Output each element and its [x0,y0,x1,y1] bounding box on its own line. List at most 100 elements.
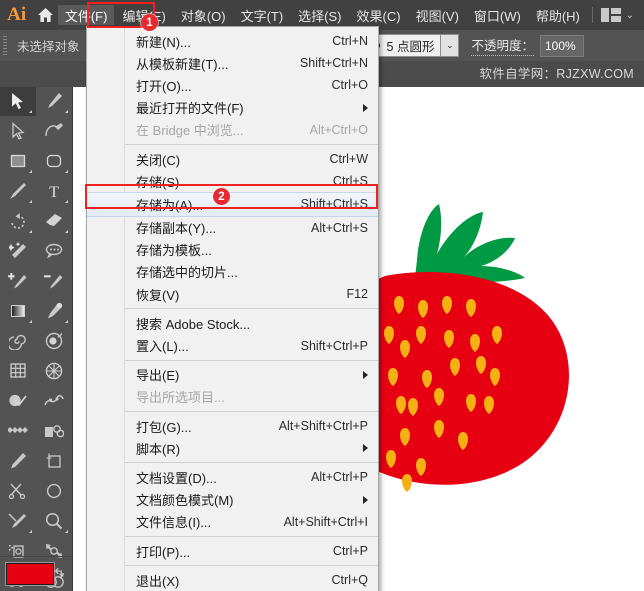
menu-label: 存储选中的切片... [136,265,238,281]
menu-item-view[interactable]: 视图(V) [409,5,466,25]
stroke-profile-chevron-down-icon[interactable]: ⌄ [441,34,460,57]
tool-type[interactable]: T [36,176,72,206]
tool-blend[interactable] [0,416,36,446]
file-menu-dropdown[interactable]: 新建(N)... Ctrl+N 从模板新建(T)... Shift+Ctrl+N… [86,26,379,591]
tool-pencil[interactable] [0,446,36,476]
menu-item-scripts[interactable]: 脚本(R) [87,437,378,459]
menu-item-object[interactable]: 对象(O) [174,5,233,25]
tool-mesh[interactable] [36,356,72,386]
tool-pen[interactable] [36,86,72,116]
chevron-down-icon[interactable]: ⌄ [626,10,634,21]
tool-artboard[interactable] [36,446,72,476]
menu-item-open-recent[interactable]: 最近打开的文件(F) [87,97,378,119]
annotation-box-save-as [85,184,378,209]
fill-color-swatch[interactable] [6,563,54,585]
menu-item-revert[interactable]: 恢复(V) F12 [87,283,378,305]
tool-paintbrush[interactable] [0,176,36,206]
annotation-badge-2: 2 [213,188,230,205]
menu-shortcut: Alt+Ctrl+P [311,470,368,485]
menu-item-package[interactable]: 打包(G)... Alt+Shift+Ctrl+P [87,415,378,437]
tool-paintbrush-alt[interactable] [0,506,36,536]
annotation-badge-1: 1 [141,14,158,31]
tool-width[interactable] [36,386,72,416]
menu-label: 导出(E) [136,368,180,384]
fill-stroke-area[interactable]: ↰ [0,556,72,591]
menu-item-print[interactable]: 打印(P)... Ctrl+P [87,540,378,562]
menu-item-exit[interactable]: 退出(X) Ctrl+Q [87,569,378,591]
tool-ellipse[interactable] [36,476,72,506]
submenu-arrow-icon [363,495,368,504]
menu-item-save-a-copy[interactable]: 存储副本(Y)... Alt+Ctrl+S [87,217,378,239]
tool-rectangle[interactable] [0,146,36,176]
tool-magic-wand[interactable] [0,236,36,266]
menu-shortcut: Alt+Ctrl+O [309,122,368,137]
home-icon[interactable] [33,0,58,30]
tool-flyout-marker [29,200,32,203]
tools-panel[interactable]: « [0,61,73,591]
tool-shape-builder[interactable] [0,386,36,416]
menu-item-type[interactable]: 文字(T) [234,5,291,25]
menu-shortcut: Ctrl+N [332,34,368,49]
menu-item-export-selection: 导出所选项目... [87,386,378,408]
tool-grid: T [0,86,72,591]
tool-rotate[interactable] [0,206,36,236]
tool-rectangular-grid[interactable] [0,356,36,386]
workspace-grid-icon [600,8,621,22]
menu-item-help[interactable]: 帮助(H) [529,5,587,25]
tool-lasso[interactable] [36,236,72,266]
opacity-input[interactable]: 100% [539,34,584,57]
menu-separator [125,359,378,361]
menu-shortcut: F12 [346,287,368,302]
svg-text:T: T [49,184,59,199]
menu-separator [125,535,378,537]
tool-gradient[interactable] [0,296,36,326]
menu-shortcut: Shift+Ctrl+N [299,56,368,71]
menu-item-search-adobe-stock[interactable]: 搜索 Adobe Stock... [87,312,378,334]
menu-item-save-selected-slices[interactable]: 存储选中的切片... [87,261,378,283]
illustrator-window: « [0,0,644,591]
menu-label: 文档设置(D)... [136,470,217,486]
menu-separator [125,143,378,145]
control-bar-drag-handle[interactable] [0,30,10,61]
undo-arrow-icon[interactable]: ↰ [52,565,65,583]
submenu-arrow-icon [363,444,368,453]
menu-item-document-setup[interactable]: 文档设置(D)... Alt+Ctrl+P [87,466,378,488]
tool-delete-anchor-point[interactable] [36,266,72,296]
tool-direct-selection[interactable] [0,116,36,146]
tool-eraser[interactable] [36,206,72,236]
menu-item-window[interactable]: 窗口(W) [467,5,528,25]
tool-zoom[interactable] [36,506,72,536]
menu-bar-divider [591,7,593,23]
menu-label: 置入(L)... [136,339,189,355]
selection-status-label: 未选择对象 [17,40,80,54]
menu-shortcut: Alt+Ctrl+S [311,220,368,235]
menu-label: 从模板新建(T)... [136,56,229,72]
menu-item-select[interactable]: 选择(S) [291,5,348,25]
menu-label: 打开(O)... [136,78,192,94]
tool-rounded-rectangle[interactable] [36,146,72,176]
menu-label: 文档颜色模式(M) [136,493,234,509]
menu-item-effect[interactable]: 效果(C) [350,5,408,25]
tool-flyout-marker [65,530,68,533]
tool-spiral[interactable] [0,326,36,356]
menu-item-new[interactable]: 新建(N)... Ctrl+N [87,30,378,52]
menu-shortcut: Ctrl+O [331,78,368,93]
tool-symbol-sprayer[interactable] [36,416,72,446]
tool-scissors[interactable] [0,476,36,506]
menu-item-open[interactable]: 打开(O)... Ctrl+O [87,74,378,96]
menu-label: 在 Bridge 中浏览... [136,123,244,139]
tool-selection[interactable] [0,86,36,116]
opacity-label: 不透明度： [471,35,534,56]
menu-item-save-as-template[interactable]: 存储为模板... [87,239,378,261]
tool-blob-brush[interactable] [36,326,72,356]
tool-eyedropper[interactable] [36,296,72,326]
tool-curvature[interactable] [36,116,72,146]
tool-add-anchor-point[interactable] [0,266,36,296]
menu-item-export[interactable]: 导出(E) [87,364,378,386]
menu-item-place[interactable]: 置入(L)... Shift+Ctrl+P [87,334,378,356]
menu-item-close[interactable]: 关闭(C) Ctrl+W [87,148,378,170]
menu-item-file-info[interactable]: 文件信息(I)... Alt+Shift+Ctrl+I [87,511,378,533]
menu-item-document-color-mode[interactable]: 文档颜色模式(M) [87,489,378,511]
menu-item-new-from-template[interactable]: 从模板新建(T)... Shift+Ctrl+N [87,52,378,74]
workspace-switcher[interactable]: ⌄ [600,8,644,22]
